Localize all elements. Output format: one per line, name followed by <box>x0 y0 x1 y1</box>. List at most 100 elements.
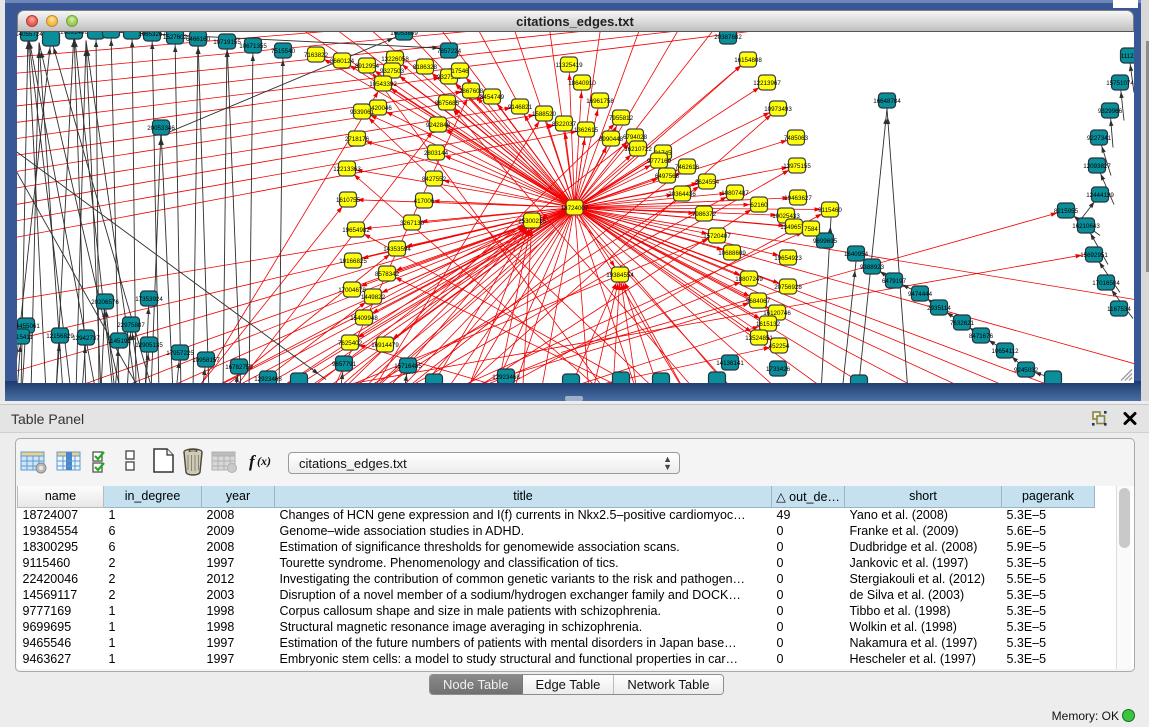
svg-text:9474444: 9474444 <box>907 290 932 297</box>
svg-text:12923468: 12923468 <box>492 373 520 380</box>
svg-text:14353594: 14353594 <box>383 245 411 252</box>
svg-text:417006: 417006 <box>413 197 434 204</box>
svg-text:12213363: 12213363 <box>333 165 361 172</box>
svg-text:3267130: 3267130 <box>399 219 424 226</box>
svg-text:12923468: 12923468 <box>254 375 282 382</box>
svg-text:9327503: 9327503 <box>379 67 404 74</box>
svg-text:9146821: 9146821 <box>507 103 532 110</box>
svg-text:2935114: 2935114 <box>927 304 951 311</box>
svg-text:18807249: 18807249 <box>735 275 763 282</box>
svg-text:19463627: 19463627 <box>784 194 812 201</box>
svg-text:9339061: 9339061 <box>349 108 374 115</box>
svg-text:12093827: 12093827 <box>1083 162 1111 169</box>
svg-text:14136141: 14136141 <box>716 359 744 366</box>
svg-text:18724007: 18724007 <box>560 204 588 211</box>
svg-text:6497568: 6497568 <box>654 172 679 179</box>
svg-text:9657791: 9657791 <box>331 360 356 367</box>
svg-text:7632621: 7632621 <box>949 319 974 326</box>
svg-text:452254: 452254 <box>768 342 789 349</box>
svg-text:2803144: 2803144 <box>423 149 448 156</box>
svg-text:1615132: 1615132 <box>755 320 780 327</box>
svg-text:6794028: 6794028 <box>622 133 647 140</box>
svg-text:20206576: 20206576 <box>91 298 119 305</box>
svg-text:10958157: 10958157 <box>192 356 220 363</box>
svg-text:18640910: 18640910 <box>568 79 596 86</box>
svg-text:7485063: 7485063 <box>783 134 808 141</box>
svg-text:10807487: 10807487 <box>721 189 749 196</box>
svg-text:16648784: 16648784 <box>873 97 901 104</box>
svg-text:(x): (x) <box>257 454 271 468</box>
svg-text:8186328: 8186328 <box>412 63 437 70</box>
svg-text:7584: 7584 <box>804 225 818 232</box>
svg-text:8578342: 8578342 <box>374 270 399 277</box>
svg-text:17004678: 17004678 <box>338 286 366 293</box>
svg-text:8471676: 8471676 <box>968 332 993 339</box>
svg-text:1362615: 1362615 <box>573 126 598 133</box>
svg-text:19654923: 19654923 <box>774 254 802 261</box>
svg-text:7515540: 7515540 <box>270 47 295 54</box>
svg-text:7857224: 7857224 <box>436 47 461 54</box>
svg-text:9699695: 9699695 <box>812 237 837 244</box>
svg-text:9329966: 9329966 <box>1097 107 1122 114</box>
svg-text:10719155: 10719155 <box>213 38 241 45</box>
svg-text:8660124: 8660124 <box>329 57 354 64</box>
svg-text:1610755: 1610755 <box>335 196 360 203</box>
svg-text:16782759: 16782759 <box>225 363 253 370</box>
svg-text:10543392: 10543392 <box>369 80 397 87</box>
svg-text:9684067: 9684067 <box>745 297 770 304</box>
svg-text:10654112: 10654112 <box>991 347 1019 354</box>
svg-text:7462616: 7462616 <box>674 163 699 170</box>
svg-text:1145191: 1145191 <box>107 337 131 344</box>
svg-text:10671355: 10671355 <box>239 42 267 49</box>
svg-text:17957225: 17957225 <box>166 349 194 356</box>
svg-text:16210722: 16210722 <box>624 145 652 152</box>
svg-text:12213967: 12213967 <box>753 79 781 86</box>
svg-text:2718176: 2718176 <box>344 135 369 142</box>
svg-text:11123: 11123 <box>1120 52 1133 59</box>
svg-text:16053809: 16053809 <box>390 32 418 37</box>
svg-text:12942737: 12942737 <box>72 334 100 341</box>
svg-text:9245032: 9245032 <box>1013 366 1038 373</box>
svg-text:17546: 17546 <box>451 67 469 74</box>
svg-text:8322037: 8322037 <box>551 120 576 127</box>
svg-text:8912954: 8912954 <box>354 62 379 69</box>
svg-text:13226058: 13226058 <box>381 55 409 62</box>
svg-text:15692951: 15692951 <box>1080 251 1108 258</box>
svg-text:9227341: 9227341 <box>1086 134 1111 141</box>
svg-text:14055724: 14055724 <box>17 32 43 38</box>
svg-text:10688609: 10688609 <box>718 249 746 256</box>
svg-text:20387682: 20387682 <box>714 33 742 40</box>
svg-text:16961758: 16961758 <box>586 97 614 104</box>
svg-text:1588520: 1588520 <box>531 110 556 117</box>
svg-text:15409948: 15409948 <box>350 314 378 321</box>
svg-text:1527602: 1527602 <box>162 33 187 40</box>
svg-text:7955812: 7955812 <box>608 114 633 121</box>
svg-text:15716485: 15716485 <box>394 362 422 369</box>
svg-text:16914479: 16914479 <box>371 341 399 348</box>
svg-text:12444139: 12444139 <box>1086 191 1114 198</box>
svg-text:6479197: 6479197 <box>881 277 906 284</box>
svg-text:6466160: 6466160 <box>185 35 210 42</box>
svg-text:8990448: 8990448 <box>598 135 623 142</box>
svg-text:16210643: 16210643 <box>1072 222 1100 229</box>
svg-text:17353924: 17353924 <box>135 295 163 302</box>
svg-text:1449822: 1449822 <box>360 293 385 300</box>
svg-text:62160: 62160 <box>750 201 768 208</box>
svg-text:8454749: 8454749 <box>479 93 504 100</box>
svg-text:3915411: 3915411 <box>17 333 33 340</box>
svg-text:10973493: 10973493 <box>764 105 792 112</box>
svg-text:1167534: 1167534 <box>1107 305 1131 312</box>
svg-text:7625402: 7625402 <box>337 339 362 346</box>
svg-text:8675685: 8675685 <box>434 99 459 106</box>
svg-text:8215955: 8215955 <box>1053 207 1078 214</box>
svg-text:12156829: 12156829 <box>46 332 74 339</box>
svg-text:17016504: 17016504 <box>1092 279 1120 286</box>
svg-text:22975887: 22975887 <box>117 321 145 328</box>
svg-text:1733426: 1733426 <box>765 365 790 372</box>
svg-text:9242848: 9242848 <box>425 121 450 128</box>
svg-text:12905135: 12905135 <box>135 341 163 348</box>
svg-text:3624554: 3624554 <box>694 178 719 185</box>
svg-text:7163822: 7163822 <box>303 51 328 58</box>
svg-text:9115460: 9115460 <box>818 206 842 213</box>
svg-text:8427552: 8427552 <box>421 175 446 182</box>
